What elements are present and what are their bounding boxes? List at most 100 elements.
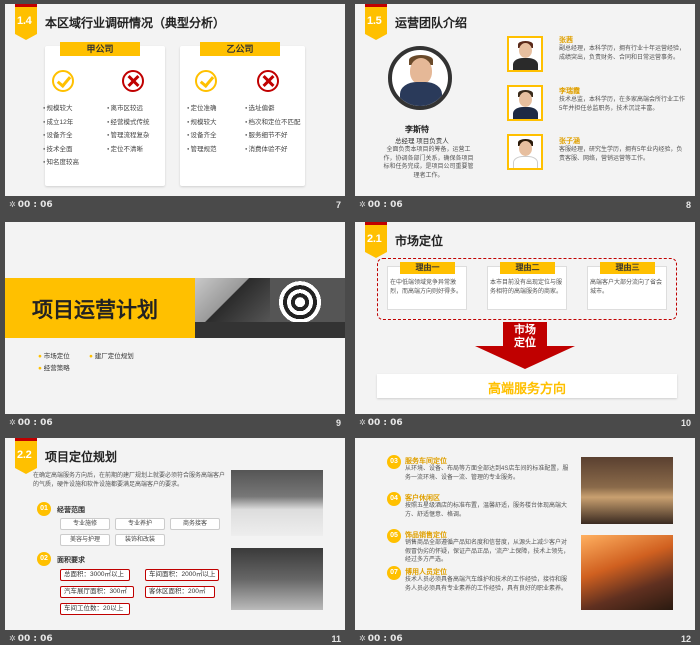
section-number: 1.5 [367, 15, 382, 27]
slide-thumbnail-9[interactable]: 项目运营计划 ● 市场定位 ● 建厂定位规划 ● 经营策略 ✲ 00 : 06 9 [5, 222, 345, 432]
office-photo [195, 278, 270, 322]
scope-pill: 装饰和改装 [115, 534, 165, 546]
section-title: 面积要求 [57, 557, 85, 564]
member-desc: 技术总监，本科学历，在多家高端会所行业工作5年并担任总监职务，技术沉淀丰富。 [559, 97, 686, 112]
reason-label-3: 理由三 [600, 262, 655, 274]
scope-pill: 商务接客 [170, 518, 220, 530]
section-title: 项目运营计划 [32, 299, 158, 322]
slide-canvas: 2.2 项目定位规划 在确定高端服务方向后，在前期的建厂规划上就要必须符合服务高… [5, 438, 345, 630]
item-text: 销售商品全部遵循产品知名度和信誉度，从源头上减少客户对假冒伪劣的怀疑，保证产品正… [405, 540, 570, 563]
section-number-circle: 02 [37, 552, 51, 566]
item-text: 从环境、设备、布局等方面全部达到4S店车间的标准配置，服务一流环境、设备一流、管… [405, 466, 569, 481]
company-label-a: 甲公司 [60, 42, 140, 56]
target-photo [270, 278, 345, 322]
dark-band [195, 322, 345, 338]
reason-label-2: 理由二 [500, 262, 555, 274]
member-name: 李瑞霞 [559, 88, 580, 95]
result-text: 高端服务方向 [487, 381, 566, 396]
slide-thumbnail-10[interactable]: 2.1 市场定位 理由一 在中低端领域竞争异常激烈，而高端方向则好得多。 理由二… [355, 222, 695, 432]
slide-canvas: 1.4 本区域行业调研情况（典型分析） 甲公司 规模较大 成立12年 设备齐全 … [5, 4, 345, 196]
slide-title: 项目定位规划 [45, 450, 118, 464]
item-text: 技术人员必须具备高端汽车维护和技术的工作经验，接待和服务人员必须具有专业素养的工… [405, 577, 568, 592]
nav-item-2[interactable]: ● 建厂定位规划 [89, 350, 134, 360]
slide-duration: 00 : 06 [17, 200, 53, 210]
slide-duration: 00 : 06 [17, 418, 53, 428]
area-pill: 车间面积：2000㎡以上 [145, 569, 219, 581]
area-pill: 客休区面积：200㎡ [145, 586, 215, 598]
member-photo [507, 85, 543, 121]
slide-footer: ✲ 00 : 06 12 [355, 631, 695, 645]
slide-footer: ✲ 00 : 06 11 [5, 631, 345, 645]
pros-list: 定位准确 规模较大 设备齐全 管理规范 [187, 102, 217, 156]
slide-duration: 00 : 06 [367, 200, 403, 210]
member-name: 张子涵 [559, 138, 580, 145]
counter-photo [581, 535, 673, 610]
member-photo [507, 134, 543, 170]
check-icon [195, 70, 217, 92]
leader-photo [388, 46, 452, 110]
area-pill: 车间工位数：20以上 [60, 603, 130, 615]
slide-footer: ✲ 00 : 06 9 [5, 415, 345, 432]
nav-item-1[interactable]: ● 市场定位 [38, 350, 70, 360]
area-pill: 总面积：3000㎡以上 [60, 569, 130, 581]
slide-duration: 00 : 06 [367, 418, 403, 428]
slide-title: 运营团队介绍 [395, 16, 468, 30]
member-photo [507, 36, 543, 72]
scope-pill: 美容与护理 [60, 534, 110, 546]
transition-star-icon: ✲ [359, 200, 366, 209]
reason-label-1: 理由一 [400, 262, 455, 274]
company-label-b: 乙公司 [200, 42, 280, 56]
slide-thumbnail-12[interactable]: 03 服务车间定位 从环境、设备、布局等方面全部达到4S店车间的标准配置，服务一… [355, 438, 695, 645]
slide-title: 本区域行业调研情况（典型分析） [45, 16, 226, 30]
pros-list: 规模较大 成立12年 设备齐全 技术全面 知名度较高 [43, 102, 80, 170]
slide-thumbnail-11[interactable]: 2.2 项目定位规划 在确定高端服务方向后，在前期的建厂规划上就要必须符合服务高… [5, 438, 345, 645]
reason-text-1: 在中低端领域竞争异常激烈，而高端方向则好得多。 [390, 280, 463, 295]
slide-duration: 00 : 06 [17, 634, 53, 644]
reason-text-3: 高端客户大部分流向了省会城市。 [590, 280, 663, 295]
slide-footer: ✲ 00 : 06 8 [355, 197, 695, 214]
member-name: 张茜 [559, 37, 573, 44]
item-number: 05 [387, 529, 401, 543]
slide-duration: 00 : 06 [367, 634, 403, 644]
slide-canvas: 2.1 市场定位 理由一 在中低端领域竞争异常激烈，而高端方向则好得多。 理由二… [355, 222, 695, 414]
slide-number: 8 [685, 200, 691, 210]
slide-canvas: 1.5 运营团队介绍 李斯特 总经理 项目负责人 全面负责本项目的筹备，运营工作… [355, 4, 695, 196]
item-number: 07 [387, 566, 401, 580]
section-number: 1.4 [17, 15, 32, 27]
area-pill: 汽车展厅面积：300㎡ [60, 586, 134, 598]
cons-list: 离市区较远 经营模式传统 管理流程复杂 定位不清晰 [107, 102, 150, 156]
section-title: 经营范围 [57, 507, 85, 514]
member-desc: 客服经理，研究生学历，拥有5年业内经验，负责客服、网络，营销运营等工作。 [559, 147, 683, 162]
section-number-circle: 01 [37, 502, 51, 516]
slide-footer: ✲ 00 : 06 10 [355, 415, 695, 432]
cons-list: 选址偏僻 档次和定位不匹配 服务细节不好 消费体验不好 [245, 102, 301, 156]
slide-thumbnail-7[interactable]: 1.4 本区域行业调研情况（典型分析） 甲公司 规模较大 成立12年 设备齐全 … [5, 4, 345, 214]
slide-footer: ✲ 00 : 06 7 [5, 197, 345, 214]
slide-number: 9 [335, 418, 341, 428]
lounge-photo [231, 548, 323, 610]
transition-star-icon: ✲ [359, 634, 366, 643]
intro-text: 在确定高端服务方向后，在前期的建厂规划上就要必须符合服务高端客户的气质，硬件设施… [33, 473, 226, 488]
slide-number: 11 [331, 634, 341, 644]
item-text: 按照五星级酒店的标准布置，温馨舒适，服务楼台体现高端大方、舒适惬意、格调。 [405, 503, 568, 518]
slide-canvas: 03 服务车间定位 从环境、设备、布局等方面全部达到4S店车间的标准配置，服务一… [355, 438, 695, 630]
transition-star-icon: ✲ [9, 634, 16, 643]
section-number: 2.1 [367, 233, 382, 245]
scope-pill: 专业养护 [115, 518, 165, 530]
cross-icon [257, 70, 279, 92]
item-number: 04 [387, 492, 401, 506]
slide-canvas: 项目运营计划 ● 市场定位 ● 建厂定位规划 ● 经营策略 [5, 222, 345, 414]
section-number: 2.2 [17, 449, 32, 461]
scope-pill: 专业施修 [60, 518, 110, 530]
arrow-label: 市场 定位 [514, 324, 536, 349]
slide-number: 10 [680, 418, 691, 428]
reason-text-2: 本市目前没有出现定位与服务相符的高端服务的商家。 [490, 280, 563, 295]
leader-name: 李斯特 [405, 125, 429, 134]
member-desc: 副总经理，本科学历，拥有行业十年运营经验，成绩突出，负责财务、合同和日常运营事务… [559, 46, 686, 61]
reception-photo [231, 470, 323, 536]
slide-number: 7 [335, 200, 341, 210]
slide-thumbnail-8[interactable]: 1.5 运营团队介绍 李斯特 总经理 项目负责人 全面负责本项目的筹备，运营工作… [355, 4, 695, 214]
leader-desc: 全面负责本项目的筹备，运营工作，协调各部门关系，确保各项目标和任务完成，是项目公… [383, 147, 474, 179]
transition-star-icon: ✲ [359, 418, 366, 427]
nav-item-3[interactable]: ● 经营策略 [38, 362, 70, 372]
